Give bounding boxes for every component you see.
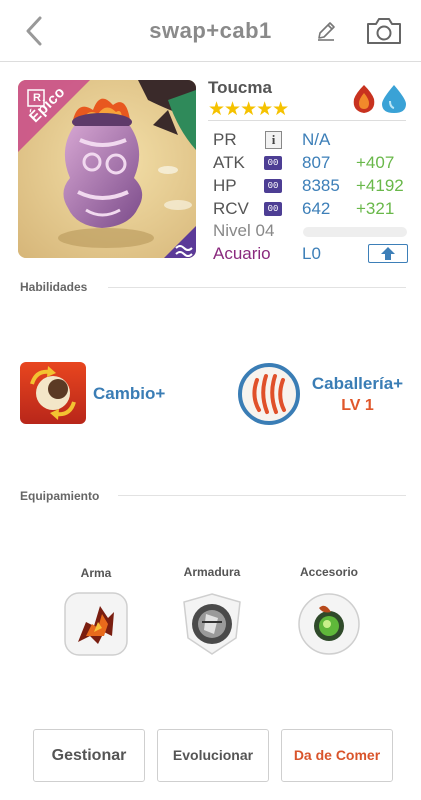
weapon-icon [64, 592, 128, 656]
equip-label-armor: Armadura [183, 565, 241, 579]
stat-label: ATK [213, 153, 245, 172]
camera-icon [367, 18, 401, 44]
stat-value: 8385 [302, 176, 340, 195]
cavalry-skill-icon[interactable] [237, 362, 301, 426]
habitat-level: L0 [302, 244, 321, 263]
skills-divider [108, 287, 406, 288]
header-bar: swap+cab1 [0, 0, 421, 62]
stat-bonus: +4192 [356, 176, 404, 195]
armor-slot[interactable] [180, 592, 244, 656]
armor-icon [183, 593, 241, 655]
rarity-stars: ★★★★★ [208, 99, 289, 120]
name-divider [208, 120, 406, 121]
monster-name: Toucma [208, 78, 272, 97]
stat-label: PR [213, 130, 237, 149]
arrow-up-icon [381, 247, 395, 260]
stat-row-atk: ATK 00 807 +407 [213, 153, 408, 175]
evolve-button[interactable]: Evolucionar [157, 729, 269, 782]
stat-value: 642 [302, 199, 331, 218]
stat-row-level: Nivel 04 [213, 221, 408, 243]
stat-label: HP [213, 176, 237, 195]
skill-level-cavalry: LV 1 [341, 397, 374, 414]
swap-skill-icon[interactable] [20, 362, 86, 424]
stat-bonus: +321 [356, 199, 395, 218]
stat-value: 807 [302, 153, 331, 172]
stat-row-habitat: Acuario L0 [213, 244, 408, 266]
fire-element-icon [353, 85, 375, 113]
camera-button[interactable] [366, 16, 402, 46]
manage-button[interactable]: Gestionar [33, 729, 145, 782]
stat-row-rcv: RCV 00 642 +321 [213, 199, 408, 221]
upgrade-habitat-button[interactable] [368, 244, 408, 263]
skill-name-cavalry[interactable]: Caballería+ [305, 374, 410, 394]
feed-button[interactable]: Da de Comer [281, 729, 393, 782]
equipment-section-title: Equipamiento [20, 489, 100, 503]
skills-section-title: Habilidades [20, 280, 88, 294]
monster-card[interactable]: R Épico [18, 80, 196, 258]
water-element-icon [382, 85, 406, 113]
element-icons [350, 83, 410, 115]
equipment-divider [118, 495, 406, 496]
accessory-slot[interactable] [297, 592, 361, 656]
stat-row-hp: HP 00 8385 +4192 [213, 176, 408, 198]
stat-boost-badge: 00 [264, 156, 282, 170]
pencil-icon [318, 22, 335, 41]
stat-label: RCV [213, 199, 249, 218]
info-icon[interactable]: i [265, 131, 282, 149]
stat-bonus: +407 [356, 153, 395, 172]
stat-value: N/A [302, 130, 331, 149]
habitat-label[interactable]: Acuario [213, 244, 271, 264]
stat-row-pr: PR i N/A [213, 130, 408, 152]
level-progress-bar [303, 227, 407, 237]
accessory-icon [298, 593, 360, 655]
skill-name-swap[interactable]: Cambio+ [93, 384, 165, 404]
stat-boost-badge: 00 [264, 202, 282, 216]
equip-label-weapon: Arma [80, 566, 112, 580]
page-title: swap+cab1 [149, 18, 272, 43]
equip-label-accessory: Accesorio [299, 565, 359, 579]
weapon-slot[interactable] [64, 592, 128, 656]
stat-boost-badge: 00 [264, 179, 282, 193]
level-label: Nivel 04 [213, 221, 275, 240]
edit-button[interactable] [315, 20, 337, 42]
